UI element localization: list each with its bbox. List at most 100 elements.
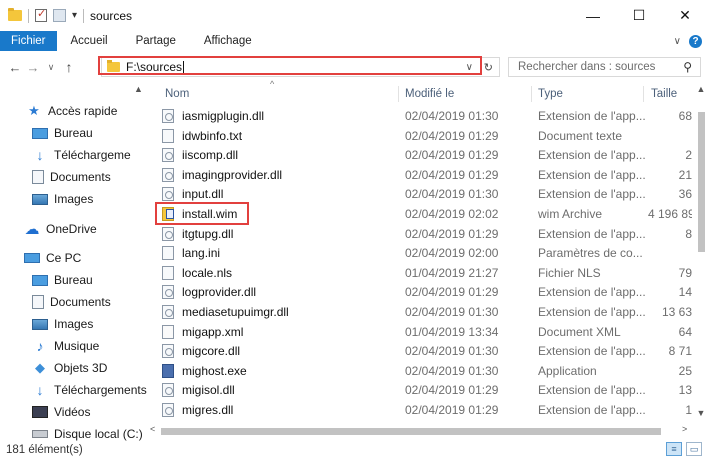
file-row[interactable]: logprovider.dll 02/04/2019 01:29 Extension… [148,282,694,302]
folder-icon [107,60,120,72]
details-view-icon[interactable]: ≡ [666,442,682,456]
file-name: lang.ini [182,246,221,261]
maximize-button[interactable]: ☐ [616,0,662,31]
address-path[interactable]: F:\sources [126,60,182,74]
scroll-left-arrow-icon[interactable]: < [150,424,155,434]
scroll-right-arrow-icon[interactable]: > [682,424,687,434]
file-row[interactable]: migcore.dll 02/04/2019 01:30 Extension de … [148,341,694,361]
file-size: 1 [685,403,692,417]
tab-share[interactable]: Partage [122,31,190,51]
file-name: migcore.dll [182,344,241,359]
nav-item-label: Documents [50,170,111,184]
back-arrow-icon[interactable]: ← [6,60,24,75]
nav-item[interactable]: Documents [32,291,111,313]
minimize-button[interactable]: — [570,0,616,31]
horizontal-scrollbar[interactable]: < > [147,424,694,438]
file-row[interactable]: mediasetupuimgr.dll 02/04/2019 01:30 Exten… [148,302,694,322]
title-bar: ▾ sources — ☐ ✕ [0,0,708,31]
file-list: iasmigplugin.dll 02/04/2019 01:30 Extensio… [148,106,694,422]
nav-scrollbar[interactable]: ▲ [130,82,147,444]
customize-quick-access-icon[interactable]: ▾ [72,10,77,21]
file-row[interactable]: install.wim 02/04/2019 02:02 wim Archive 4 … [148,204,694,224]
search-icon[interactable]: ⚲ [683,60,692,74]
file-modified: 02/04/2019 01:29 [405,285,499,300]
nav-item[interactable]: ◆ Objets 3D [32,357,107,379]
nav-item[interactable]: Ce PC [24,247,81,269]
nav-item[interactable]: Images [32,313,93,335]
forward-arrow-icon[interactable]: → [24,60,42,75]
file-row[interactable]: iasmigplugin.dll 02/04/2019 01:30 Extensio… [148,106,694,126]
file-ini-icon [162,246,174,261]
file-row[interactable]: migisol.dll 02/04/2019 01:29 Extension de … [148,380,694,400]
up-arrow-icon[interactable]: ↑ [60,59,78,75]
file-row[interactable]: iiscomp.dll 02/04/2019 01:29 Extension de … [148,145,694,165]
properties-icon[interactable] [35,7,47,22]
scroll-down-arrow-icon[interactable]: ▼ [694,408,708,418]
file-name: mediasetupuimgr.dll [182,305,289,319]
divider[interactable] [531,86,532,102]
nav-item[interactable]: ☁ OneDrive [24,218,97,240]
expand-ribbon-icon[interactable]: ∨ [674,36,681,47]
nav-item[interactable]: Bureau [32,269,93,291]
file-size: 14 [678,285,692,300]
tab-view[interactable]: Affichage [190,31,266,51]
nav-item[interactable]: Disque local (C:) [32,423,143,444]
column-header-size[interactable]: Taille [651,84,677,104]
file-dll-icon [162,344,174,359]
divider[interactable] [643,86,644,102]
close-button[interactable]: ✕ [662,0,708,31]
nav-item[interactable]: Vidéos [32,401,90,423]
file-row[interactable]: lang.ini 02/04/2019 02:00 Paramètres de co… [148,243,694,263]
nav-item[interactable]: Images✱ [32,188,93,210]
large-icons-view-icon[interactable]: ▭ [686,442,702,456]
file-modified: 02/04/2019 01:30 [405,305,499,319]
file-row[interactable]: input.dll 02/04/2019 01:30 Extension de l'… [148,184,694,204]
scrollbar-thumb[interactable] [698,112,705,252]
nav-item[interactable]: Bureau✱ [32,122,93,144]
address-bar[interactable]: F:\sources ∨ ↻ [101,57,500,77]
search-input[interactable]: Rechercher dans : sources ⚲ [508,57,701,77]
file-name: mighost.exe [182,363,247,378]
file-row[interactable]: migapp.xml 01/04/2019 13:34 Document XML 64 [148,322,694,342]
new-folder-icon[interactable] [53,9,66,22]
nav-item-label: Musique [54,339,100,353]
folder-icon [8,8,22,21]
file-row[interactable]: itgtupg.dll 02/04/2019 01:29 Extension de … [148,224,694,244]
file-dll-icon [162,383,174,398]
nav-item[interactable]: ↓Téléchargeme✱ [32,144,131,166]
nav-item[interactable]: Documents✱ [32,166,111,188]
nav-item-label: Images [54,192,94,206]
column-header-name[interactable]: Nom [165,84,189,104]
nav-item[interactable]: ★ Accès rapide [26,100,117,122]
column-header-type[interactable]: Type [538,84,563,104]
divider[interactable] [398,86,399,102]
desktop-icon [32,127,48,139]
file-list-scrollbar[interactable]: ▲ ▼ [694,82,708,422]
scroll-up-arrow-icon[interactable]: ▲ [694,84,708,94]
file-size: 68 [678,109,692,123]
tab-home[interactable]: Accueil [57,31,122,51]
ribbon-tabs: Fichier Accueil Partage Affichage ∨ ? [0,31,708,51]
file-dll-icon [162,226,174,241]
address-history-icon[interactable]: ∨ [466,62,473,73]
nav-item[interactable]: ♪ Musique [32,335,100,357]
sort-ascending-icon: ^ [270,79,275,89]
file-name: idwbinfo.txt [182,128,243,143]
file-name: iasmigplugin.dll [182,109,265,123]
refresh-icon[interactable]: ↻ [484,61,493,74]
file-row[interactable]: mighost.exe 02/04/2019 01:30 Application 25 [148,361,694,381]
tab-file[interactable]: Fichier [0,31,57,51]
scrollbar-thumb[interactable] [161,428,661,435]
file-row[interactable]: imagingprovider.dll 02/04/2019 01:29 Exten… [148,165,694,185]
file-row[interactable]: migres.dll 02/04/2019 01:29 Extension de l… [148,400,694,420]
column-header-modified[interactable]: Modifié le [405,84,454,104]
file-size: 25 [678,363,692,378]
desktop-icon [32,274,48,286]
scroll-up-arrow-icon[interactable]: ▲ [130,84,147,98]
help-icon[interactable]: ? [689,34,702,48]
file-row[interactable]: locale.nls 01/04/2019 21:27 Fichier NLS 79 [148,263,694,283]
file-modified: 02/04/2019 01:30 [405,187,499,202]
file-row[interactable]: idwbinfo.txt 02/04/2019 01:29 Document tex… [148,126,694,146]
file-txt-icon [162,128,174,143]
recent-locations-icon[interactable]: ∨ [42,62,60,73]
